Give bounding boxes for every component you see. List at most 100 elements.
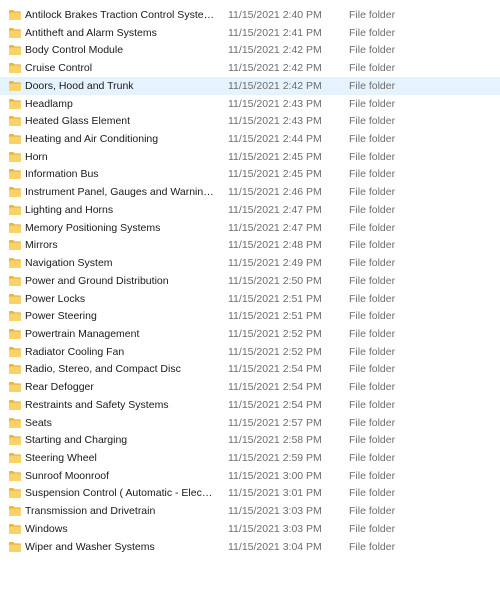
file-date-modified: 11/15/2021 2:54 PM [228, 398, 322, 411]
file-date-modified: 11/15/2021 2:52 PM [228, 345, 322, 358]
file-row[interactable]: Information Bus 11/15/2021 2:45 PM File fo… [0, 165, 500, 183]
file-row[interactable]: Wiper and Washer Systems 11/15/2021 3:04 … [0, 538, 500, 556]
file-row[interactable]: Power Locks 11/15/2021 2:51 PM File folder [0, 290, 500, 308]
file-date-modified: 11/15/2021 3:03 PM [228, 505, 322, 518]
file-type: File folder [349, 115, 396, 128]
file-name: Antilock Brakes Traction Control Systems [25, 9, 215, 21]
file-type: File folder [349, 168, 396, 181]
file-row[interactable]: Doors, Hood and Trunk 11/15/2021 2:42 PM F… [0, 76, 500, 95]
file-row[interactable]: Mirrors 11/15/2021 2:48 PM File folder [0, 236, 500, 254]
folder-icon [9, 187, 21, 198]
folder-icon [9, 470, 21, 481]
folder-icon [9, 293, 21, 304]
file-row[interactable]: Lighting and Horns 11/15/2021 2:47 PM File… [0, 201, 500, 219]
file-row[interactable]: Memory Positioning Systems 11/15/2021 2:4… [0, 219, 500, 237]
file-name: Antitheft and Alarm Systems [25, 26, 157, 39]
file-row[interactable]: Sunroof Moonroof 11/15/2021 3:00 PM File f… [0, 467, 500, 485]
file-name: Rear Defogger [25, 381, 94, 394]
file-row[interactable]: Heating and Air Conditioning 11/15/2021 2… [0, 130, 500, 148]
file-date-modified: 11/15/2021 2:40 PM [228, 9, 322, 21]
folder-icon [9, 541, 21, 552]
file-row[interactable]: Navigation System 11/15/2021 2:49 PM File … [0, 254, 500, 272]
file-name: Power Steering [25, 310, 97, 323]
file-date-modified: 11/15/2021 2:48 PM [228, 239, 322, 252]
file-type: File folder [349, 451, 396, 464]
file-date-modified: 11/15/2021 2:50 PM [228, 274, 322, 287]
file-type: File folder [349, 257, 396, 270]
file-name: Headlamp [25, 97, 73, 110]
file-name: Cruise Control [25, 62, 93, 75]
file-row[interactable]: Rear Defogger 11/15/2021 2:54 PM File fold… [0, 378, 500, 396]
file-row[interactable]: Restraints and Safety Systems 11/15/2021 … [0, 396, 500, 414]
file-type: File folder [349, 522, 396, 535]
file-row[interactable]: Power and Ground Distribution 11/15/2021 … [0, 272, 500, 290]
file-row[interactable]: Windows 11/15/2021 3:03 PM File folder [0, 520, 500, 538]
folder-icon [9, 63, 21, 74]
folder-icon [9, 399, 21, 410]
file-row[interactable]: Body Control Module 11/15/2021 2:42 PM Fil… [0, 41, 500, 59]
file-date-modified: 11/15/2021 2:43 PM [228, 115, 322, 128]
file-type: File folder [349, 274, 396, 287]
file-row[interactable]: Antitheft and Alarm Systems 11/15/2021 2:… [0, 24, 500, 42]
file-name: Doors, Hood and Trunk [25, 79, 134, 92]
file-row[interactable]: Seats 11/15/2021 2:57 PM File folder [0, 414, 500, 432]
file-type: File folder [349, 487, 396, 500]
file-row[interactable]: Headlamp 11/15/2021 2:43 PM File folder [0, 95, 500, 113]
file-row[interactable]: Powertrain Management 11/15/2021 2:52 PM F… [0, 325, 500, 343]
file-name: Heating and Air Conditioning [25, 133, 159, 146]
file-name: Seats [25, 416, 52, 429]
file-type: File folder [349, 540, 396, 553]
file-type: File folder [349, 221, 396, 234]
folder-icon [9, 45, 21, 56]
file-date-modified: 11/15/2021 3:01 PM [228, 487, 322, 500]
file-row[interactable]: Heated Glass Element 11/15/2021 2:43 PM Fi… [0, 112, 500, 130]
file-type: File folder [349, 345, 396, 358]
file-row[interactable]: Suspension Control ( Automatic - Electro… [0, 484, 500, 502]
folder-icon [9, 506, 21, 517]
file-type: File folder [349, 381, 396, 394]
file-row[interactable]: Instrument Panel, Gauges and Warning I..… [0, 183, 500, 201]
folder-icon [9, 523, 21, 534]
file-date-modified: 11/15/2021 3:00 PM [228, 469, 322, 482]
folder-icon [9, 258, 21, 269]
file-row[interactable]: Antilock Brakes Traction Control Systems… [0, 6, 500, 24]
file-row[interactable]: Radio, Stereo, and Compact Disc 11/15/202… [0, 360, 500, 378]
file-name: Radio, Stereo, and Compact Disc [25, 363, 181, 376]
folder-icon [9, 328, 21, 339]
folder-icon [9, 452, 21, 463]
file-date-modified: 11/15/2021 2:51 PM [228, 310, 322, 323]
file-row[interactable]: Cruise Control 11/15/2021 2:42 PM File fol… [0, 59, 500, 77]
file-type: File folder [349, 133, 396, 146]
file-row[interactable]: Horn 11/15/2021 2:45 PM File folder [0, 148, 500, 166]
file-row[interactable]: Power Steering 11/15/2021 2:51 PM File fol… [0, 307, 500, 325]
file-name: Instrument Panel, Gauges and Warning I..… [25, 186, 215, 199]
folder-icon [9, 488, 21, 499]
file-type: File folder [349, 150, 396, 163]
folder-icon [9, 311, 21, 322]
folder-icon [9, 27, 21, 38]
folder-icon [9, 417, 21, 428]
file-row[interactable]: Starting and Charging 11/15/2021 2:58 PM F… [0, 431, 500, 449]
file-date-modified: 11/15/2021 2:54 PM [228, 363, 322, 376]
file-type: File folder [349, 203, 396, 216]
file-name: Suspension Control ( Automatic - Electro… [25, 487, 215, 500]
file-name: Starting and Charging [25, 434, 128, 447]
file-type: File folder [349, 434, 396, 447]
folder-icon [9, 346, 21, 357]
file-row[interactable]: Radiator Cooling Fan 11/15/2021 2:52 PM Fi… [0, 343, 500, 361]
file-name: Sunroof Moonroof [25, 469, 110, 482]
file-type: File folder [349, 26, 396, 39]
file-type: File folder [349, 416, 396, 429]
folder-icon [9, 435, 21, 446]
file-type: File folder [349, 186, 396, 199]
folder-icon [9, 151, 21, 162]
file-date-modified: 11/15/2021 2:45 PM [228, 168, 322, 181]
folder-icon [9, 98, 21, 109]
file-name: Steering Wheel [25, 451, 97, 464]
folder-icon [9, 275, 21, 286]
file-list: Antilock Brakes Traction Control Systems… [0, 6, 500, 555]
file-row[interactable]: Steering Wheel 11/15/2021 2:59 PM File fol… [0, 449, 500, 467]
file-date-modified: 11/15/2021 2:43 PM [228, 97, 322, 110]
file-row[interactable]: Transmission and Drivetrain 11/15/2021 3:… [0, 502, 500, 520]
file-date-modified: 11/15/2021 2:52 PM [228, 327, 322, 340]
